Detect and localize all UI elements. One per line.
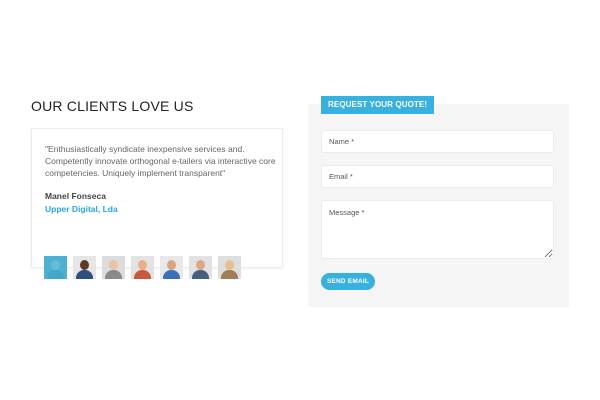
testimonial-author-name: Manel Fonseca	[45, 191, 106, 201]
avatar-head-icon	[51, 260, 60, 270]
avatar-body-icon	[105, 270, 122, 279]
testimonial-quote: "Enthusiastically syndicate inexpensive …	[45, 144, 276, 178]
message-field[interactable]	[321, 200, 554, 259]
avatar-body-icon	[163, 270, 180, 279]
client-avatar[interactable]	[160, 256, 183, 279]
avatar-head-icon	[196, 260, 205, 270]
avatar-head-icon	[80, 260, 89, 270]
section-title: OUR CLIENTS LOVE US	[31, 98, 194, 114]
client-avatar[interactable]	[73, 256, 96, 279]
testimonial-card: "Enthusiastically syndicate inexpensive …	[31, 128, 283, 268]
avatar-body-icon	[76, 270, 93, 279]
avatar-head-icon	[225, 260, 234, 270]
name-field[interactable]	[321, 130, 554, 153]
client-avatar[interactable]	[44, 256, 67, 279]
avatar-head-icon	[109, 260, 118, 270]
client-avatar[interactable]	[189, 256, 212, 279]
email-field[interactable]	[321, 165, 554, 188]
client-avatar-list	[44, 256, 241, 279]
testimonial-author-company: Upper Digital, Lda	[45, 204, 118, 214]
request-quote-label: REQUEST YOUR QUOTE!	[321, 96, 435, 114]
client-avatar[interactable]	[102, 256, 125, 279]
avatar-head-icon	[138, 260, 147, 270]
avatar-body-icon	[134, 270, 151, 279]
avatar-body-icon	[192, 270, 209, 279]
send-email-button[interactable]: SEND EMAIL	[321, 273, 375, 290]
avatar-body-icon	[221, 270, 238, 279]
avatar-head-icon	[167, 260, 176, 270]
avatar-body-icon	[47, 270, 64, 279]
client-avatar[interactable]	[218, 256, 241, 279]
client-avatar[interactable]	[131, 256, 154, 279]
